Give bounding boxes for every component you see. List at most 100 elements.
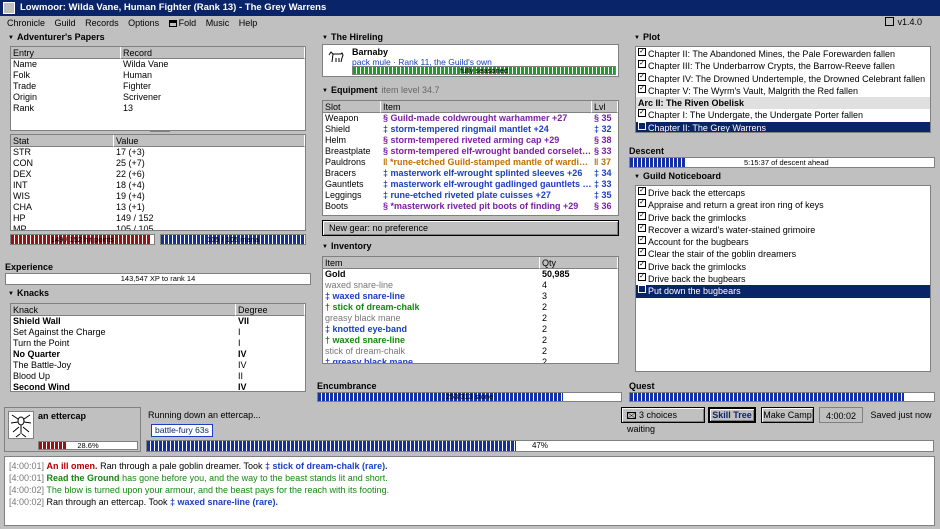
inventory-row[interactable]: greasy black mane 2 [323,313,618,324]
knack-row[interactable]: Second Wind IV [11,382,305,391]
equipment-row[interactable]: Pauldrons ‖ *rune-etched Guild-stamped ma… [323,157,618,168]
inventory-row[interactable]: Gold 50,985 [323,269,618,280]
col-inv-item[interactable]: Item [323,257,540,269]
stat-value: 19 (+4) [116,191,145,201]
knack-row[interactable]: Turn the Point I [11,338,305,349]
stat-row[interactable]: DEX 22 (+6) [11,169,305,180]
stat-row[interactable]: STR 17 (+3) [11,147,305,158]
col-record[interactable]: Record [121,47,305,59]
inventory-header[interactable]: ▼ Inventory [322,240,371,252]
menu-help[interactable]: Help [239,16,258,30]
col-item[interactable]: Item [381,101,592,113]
inventory-row[interactable]: † stick of dream-chalk 2 [323,302,618,313]
equipment-row[interactable]: Gauntlets ‡ masterwork elf-wrought gadlin… [323,179,618,190]
make-camp-button[interactable]: Make Camp [761,407,814,423]
skill-tree-button[interactable]: Skill Tree [708,407,756,423]
plot-item[interactable]: ✓ Chapter I: The Undergate, the Undergate… [636,109,930,121]
noticeboard-item[interactable]: ✓ Recover a wizard's water-stained grimoi… [636,223,930,236]
log-fragment: ‡ stick of dream-chalk (rare). [265,461,388,471]
descent-label: 5:15:37 of descent ahead [744,158,829,167]
menu-chronicle[interactable]: Chronicle [7,16,45,30]
inventory-row[interactable]: † waxed snare-line 2 [323,335,618,346]
hireling-header[interactable]: ▼ The Hireling [322,31,383,43]
inventory-row[interactable]: stick of dream-chalk 2 [323,346,618,357]
knack-row[interactable]: No Quarter IV [11,349,305,360]
col-knack[interactable]: Knack [11,304,236,316]
inventory-row[interactable]: waxed snare-line 4 [323,280,618,291]
encumbrance-bar: 253/313 stone [317,392,622,402]
log-time: [4:00:02] [9,485,45,495]
col-stat[interactable]: Stat [11,135,114,147]
inventory-qty: 2 [542,302,548,312]
noticeboard-item[interactable]: ✓ Clear the stair of the goblin dreamers [636,248,930,260]
paper-row[interactable]: Rank 13 [11,103,305,114]
game-clock: 4:00:02 [819,407,863,423]
paper-row[interactable]: Name Wilda Vane [11,59,305,70]
equipment-row[interactable]: Leggings ‡ rune-etched riveted plate cuis… [323,190,618,201]
knack-row[interactable]: Set Against the Charge I [11,327,305,338]
menu-guild[interactable]: Guild [55,16,76,30]
menu-music[interactable]: Music [206,16,230,30]
knack-name: Turn the Point [13,338,70,348]
stat-name: MP [13,224,27,231]
inventory-row[interactable]: ‡ greasy black mane 2 [323,357,618,363]
papers-header[interactable]: ▼ Adventurer's Papers [8,31,105,43]
noticeboard-item[interactable]: ✓ Account for the bugbears [636,236,930,248]
equipment-row[interactable]: Breastplate § storm-tempered elf-wrought … [323,146,618,157]
plot-item[interactable]: Arc II: The Riven Obelisk [636,97,930,110]
plot-list: ✓ Chapter II: The Abandoned Mines, the Pa… [635,46,931,133]
knack-row[interactable]: Blood Up II [11,371,305,382]
inventory-row[interactable]: ‡ knotted eye-band 2 [323,324,618,335]
paper-row[interactable]: Origin Scrivener [11,92,305,103]
paper-row[interactable]: Folk Human [11,70,305,81]
plot-item[interactable]: Chapter II: The Grey Warrens [636,121,930,132]
equipment-header[interactable]: ▼ Equipment item level 34.7 [322,84,439,96]
plot-item[interactable]: ✓ Chapter IV: The Drowned Undertemple, th… [636,72,930,85]
equipment-row[interactable]: Bracers ‡ masterwork elf-wrought splinted… [323,168,618,179]
equipment-row[interactable]: Shield ‡ storm-tempered ringmail mantlet … [323,124,618,135]
stat-row[interactable]: CHA 13 (+1) [11,202,305,213]
col-lvl[interactable]: Lvl [592,101,618,113]
menu-options[interactable]: Options [128,16,159,30]
noticeboard-header[interactable]: ▼ Guild Noticeboard [634,170,721,182]
col-qty[interactable]: Qty [540,257,618,269]
noticeboard-item[interactable]: ✓ Drive back the bugbears [636,273,930,285]
stat-name: DEX [13,169,32,179]
col-entry[interactable]: Entry [11,47,121,59]
papers-title: Adventurer's Papers [16,32,105,42]
inventory-row[interactable]: ‡ waxed snare-line 3 [323,291,618,302]
noticeboard-item[interactable]: ✓ Drive back the grimlocks [636,260,930,273]
col-value[interactable]: Value [114,135,305,147]
plot-header[interactable]: ▼ Plot [634,31,660,43]
mp-label: 105 / 105 mana [206,235,260,244]
equipment-row[interactable]: Boots § *masterwork riveted pit boots of … [323,201,618,212]
stat-row[interactable]: CON 25 (+7) [11,158,305,169]
col-degree[interactable]: Degree [236,304,305,316]
noticeboard-item[interactable]: ✓ Drive back the ettercaps [636,187,930,199]
noticeboard-item[interactable]: Put down the bugbears [636,285,930,298]
equipment-row[interactable]: Helm § storm-tempered riveted arming cap … [323,135,618,146]
knacks-header[interactable]: ▼ Knacks [8,287,49,299]
stat-row[interactable]: HP 149 / 152 [11,213,305,224]
checkbox-icon [638,285,646,294]
paper-row[interactable]: Trade Fighter [11,81,305,92]
menu-records[interactable]: Records [85,16,119,30]
new-gear-preference-button[interactable]: New gear: no preference [322,220,619,236]
stat-row[interactable]: INT 18 (+4) [11,180,305,191]
plot-item[interactable]: ✓ Chapter V: The Wyrm's Vault, Malgrith t… [636,84,930,97]
choices-waiting-button[interactable]: 3 choices waiting [621,407,705,434]
quest-header: Quest [629,380,655,392]
equipment-row[interactable]: Weapon § Guild-made coldwrought warhammer… [323,113,618,124]
knack-row[interactable]: The Battle-Joy IV [11,360,305,371]
col-slot[interactable]: Slot [323,101,381,113]
noticeboard-item[interactable]: ✓ Appraise and return a great iron ring o… [636,199,930,211]
knack-degree: II [238,371,244,381]
knack-row[interactable]: Shield Wall VII [11,316,305,327]
noticeboard-item[interactable]: ✓ Drive back the grimlocks [636,211,930,224]
experience-bar: 143,547 XP to rank 14 [5,273,311,285]
stat-row[interactable]: MP 105 / 105 [11,224,305,231]
menu-fold[interactable]: Fold [168,16,196,30]
plot-item[interactable]: ✓ Chapter III: The Underbarrow Crypts, th… [636,60,930,72]
stat-row[interactable]: WIS 19 (+4) [11,191,305,202]
plot-item[interactable]: ✓ Chapter II: The Abandoned Mines, the Pa… [636,48,930,60]
